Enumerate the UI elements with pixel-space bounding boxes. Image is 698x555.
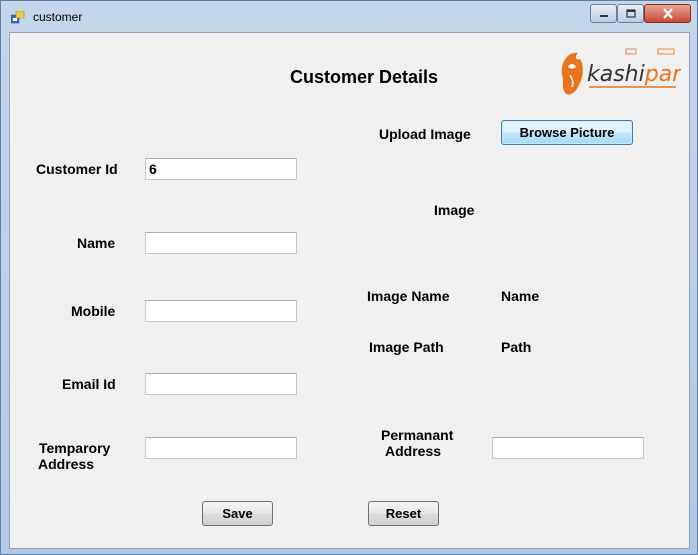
name-label: Name [77,235,116,251]
temporary-address-field[interactable] [145,437,297,459]
window-title: customer [33,10,83,24]
close-icon [662,8,673,19]
image-name-value: Name [501,288,540,304]
kashipara-logo: kashipara [561,48,681,95]
title-bar[interactable]: customer [1,1,697,33]
customer-id-field[interactable] [145,158,297,180]
image-path-value: Path [501,339,532,355]
form-body [9,32,690,549]
temporary-address-label-line2: Address [38,456,95,472]
maximize-icon [625,9,636,18]
email-label: Email Id [62,376,116,392]
maximize-button[interactable] [617,4,644,23]
upload-image-label: Upload Image [379,126,471,142]
image-name-label: Image Name [367,288,450,304]
page-title: Customer Details [290,67,439,87]
mobile-label: Mobile [71,303,116,319]
customer-window: customer Customer Details kashipara Uplo… [0,0,698,555]
logo-text: kashipara [587,62,681,87]
permanent-address-field[interactable] [492,437,644,459]
form-icon [11,11,25,24]
permanent-address-label-line1: Permanant [381,427,454,443]
reset-button[interactable]: Reset [368,501,439,526]
mobile-field[interactable] [145,300,297,322]
save-button[interactable]: Save [202,501,273,526]
image-label: Image [434,202,475,218]
customer-id-label: Customer Id [36,161,118,177]
temporary-address-label-line1: Temparory [39,440,111,456]
minimize-icon [599,14,608,17]
image-path-label: Image Path [369,339,444,355]
close-button[interactable] [644,4,691,23]
name-field[interactable] [145,232,297,254]
browse-picture-button[interactable]: Browse Picture [501,120,633,145]
permanent-address-label-line2: Address [385,443,442,459]
minimize-button[interactable] [590,4,617,23]
email-field[interactable] [145,373,297,395]
